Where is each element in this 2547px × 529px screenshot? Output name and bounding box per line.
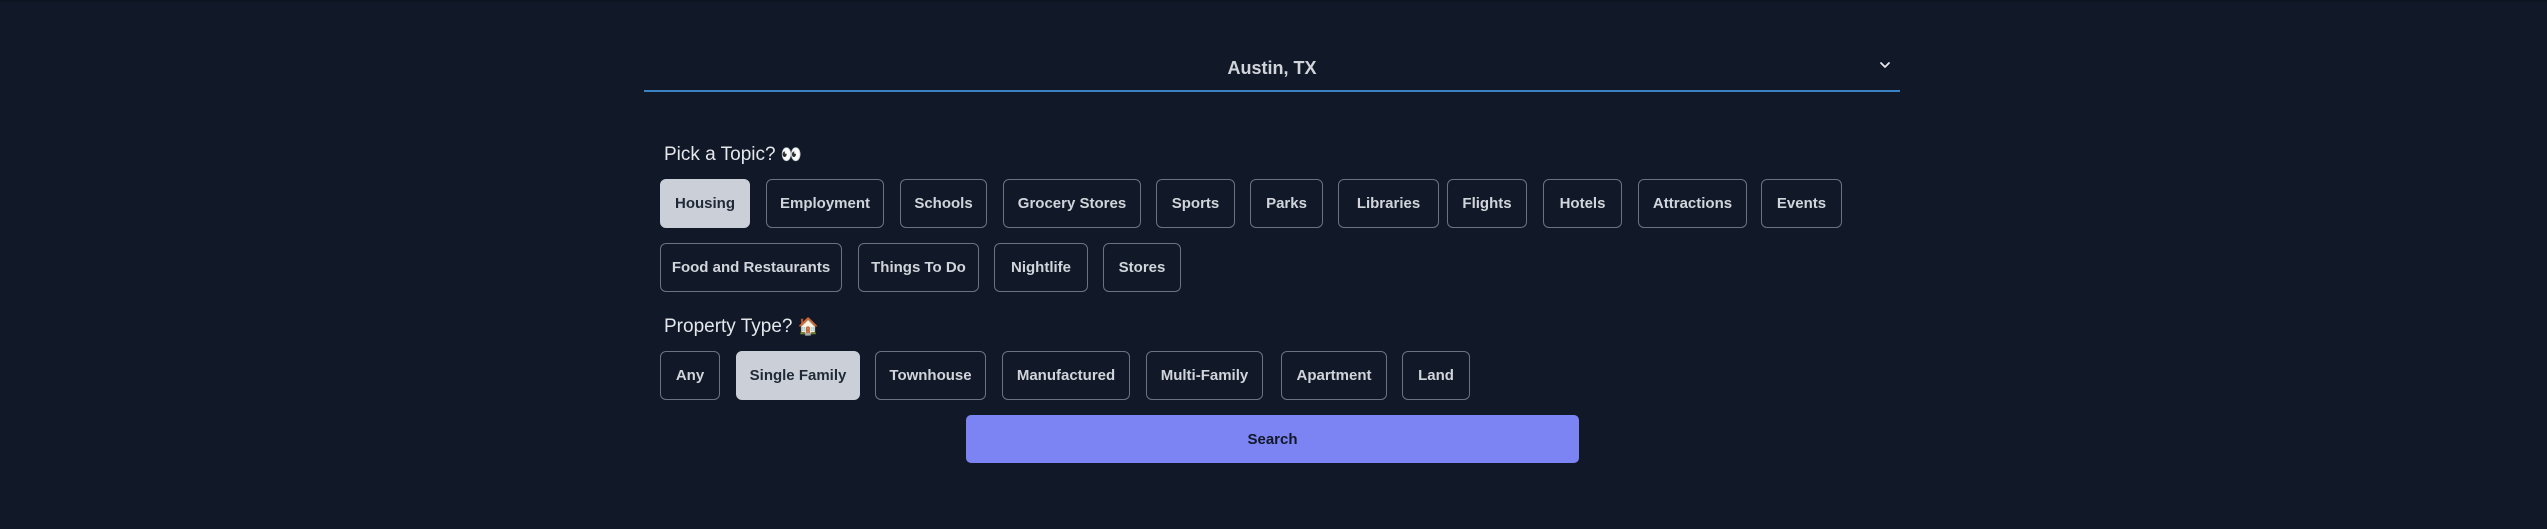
topic-chip-parks[interactable]: Parks: [1250, 179, 1323, 228]
topic-chip-things-to-do[interactable]: Things To Do: [858, 243, 979, 292]
topic-chip-flights[interactable]: Flights: [1447, 179, 1527, 228]
location-select[interactable]: Austin, TX: [644, 44, 1900, 92]
topic-chip-food-and-restaurants[interactable]: Food and Restaurants: [660, 243, 842, 292]
property-type-chip-single-family[interactable]: Single Family: [736, 351, 860, 400]
topic-chip-hotels[interactable]: Hotels: [1543, 179, 1622, 228]
house-emoji-icon: 🏠: [797, 317, 819, 337]
topic-chip-events[interactable]: Events: [1761, 179, 1842, 228]
property-type-chip-townhouse[interactable]: Townhouse: [875, 351, 986, 400]
property-type-heading: Property Type? 🏠: [664, 316, 819, 338]
topic-chip-sports[interactable]: Sports: [1156, 179, 1235, 228]
topic-heading: Pick a Topic? 👀: [664, 144, 802, 166]
topic-chip-grocery-stores[interactable]: Grocery Stores: [1003, 179, 1141, 228]
search-button[interactable]: Search: [966, 415, 1579, 463]
eyes-emoji-icon: 👀: [780, 145, 803, 165]
property-type-chip-land[interactable]: Land: [1402, 351, 1470, 400]
property-type-chip-any[interactable]: Any: [660, 351, 720, 400]
property-type-chip-manufactured[interactable]: Manufactured: [1002, 351, 1130, 400]
chevron-down-icon: [1880, 62, 1890, 68]
top-divider: [0, 0, 2547, 2]
topic-chip-attractions[interactable]: Attractions: [1638, 179, 1747, 228]
location-value: Austin, TX: [1227, 58, 1317, 78]
topic-heading-text: Pick a Topic?: [664, 144, 776, 165]
topic-chip-employment[interactable]: Employment: [766, 179, 884, 228]
topic-chip-libraries[interactable]: Libraries: [1338, 179, 1439, 228]
property-type-heading-text: Property Type?: [664, 316, 793, 337]
topic-chip-stores[interactable]: Stores: [1103, 243, 1181, 292]
topic-chip-housing[interactable]: Housing: [660, 179, 750, 228]
topic-chip-schools[interactable]: Schools: [900, 179, 987, 228]
topic-chip-nightlife[interactable]: Nightlife: [994, 243, 1088, 292]
property-type-chip-multi-family[interactable]: Multi-Family: [1146, 351, 1263, 400]
search-form-page: Austin, TX Pick a Topic? 👀 Housing Employ…: [0, 0, 2547, 529]
property-type-chip-apartment[interactable]: Apartment: [1281, 351, 1387, 400]
